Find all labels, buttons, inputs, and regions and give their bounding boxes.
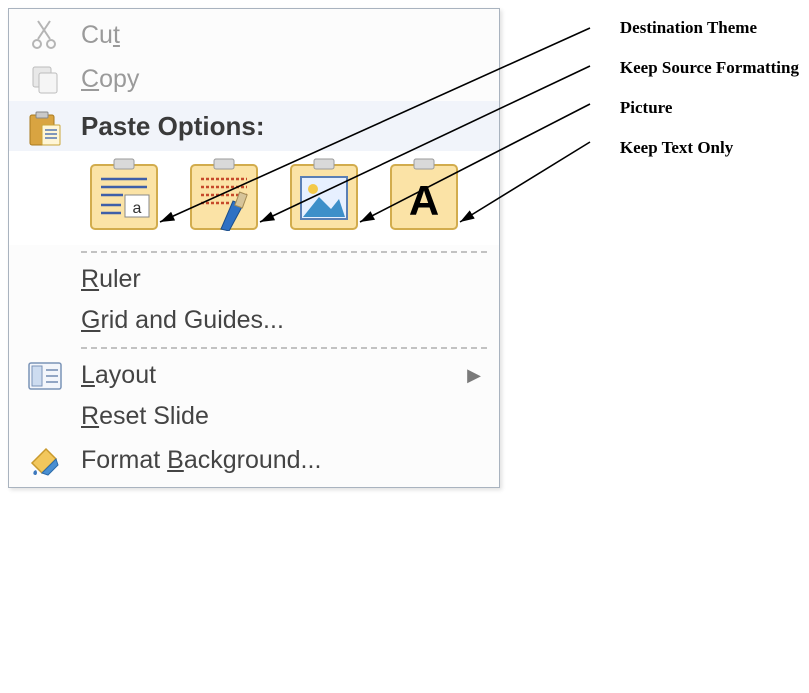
grid-label: Grid and Guides... — [75, 306, 489, 335]
paste-options-section: Paste Options: — [9, 101, 499, 151]
menu-item-grid-and-guides[interactable]: Grid and Guides... — [9, 300, 499, 341]
svg-text:a: a — [133, 200, 142, 217]
paste-options-row: a — [9, 151, 499, 245]
menu-item-cut: Cut — [9, 13, 499, 57]
layout-icon — [15, 362, 75, 390]
annotation-keep-source: Keep Source Formatting — [620, 58, 799, 78]
format-background-icon — [15, 443, 75, 477]
menu-item-copy: Copy — [9, 57, 499, 101]
menu-item-ruler[interactable]: Ruler — [9, 259, 499, 300]
paste-picture-button[interactable] — [289, 157, 359, 231]
paste-options-label: Paste Options: — [75, 111, 489, 142]
cut-label: Cut — [75, 21, 489, 50]
paste-destination-theme-button[interactable]: a — [89, 157, 159, 231]
format-bg-label: Format Background... — [75, 446, 489, 475]
separator — [81, 347, 487, 349]
separator — [81, 251, 487, 253]
reset-label: Reset Slide — [75, 402, 489, 431]
submenu-arrow-icon: ▶ — [467, 365, 489, 386]
annotation-labels: Destination Theme Keep Source Formatting… — [620, 18, 799, 178]
ruler-label: Ruler — [75, 265, 489, 294]
menu-item-reset-slide[interactable]: Reset Slide — [9, 396, 499, 437]
layout-label: Layout — [75, 361, 467, 390]
context-menu: Cut Copy Paste Options: — [8, 8, 500, 488]
annotation-text-only: Keep Text Only — [620, 138, 799, 158]
annotation-destination-theme: Destination Theme — [620, 18, 799, 38]
annotation-picture: Picture — [620, 98, 799, 118]
paste-text-only-button[interactable]: A — [389, 157, 459, 231]
svg-text:A: A — [409, 177, 439, 224]
copy-icon — [15, 63, 75, 95]
paste-keep-source-button[interactable] — [189, 157, 259, 231]
copy-label: Copy — [75, 65, 489, 94]
menu-item-layout[interactable]: Layout ▶ — [9, 355, 499, 396]
paste-icon — [15, 111, 75, 147]
cut-icon — [15, 19, 75, 51]
menu-item-format-background[interactable]: Format Background... — [9, 437, 499, 483]
